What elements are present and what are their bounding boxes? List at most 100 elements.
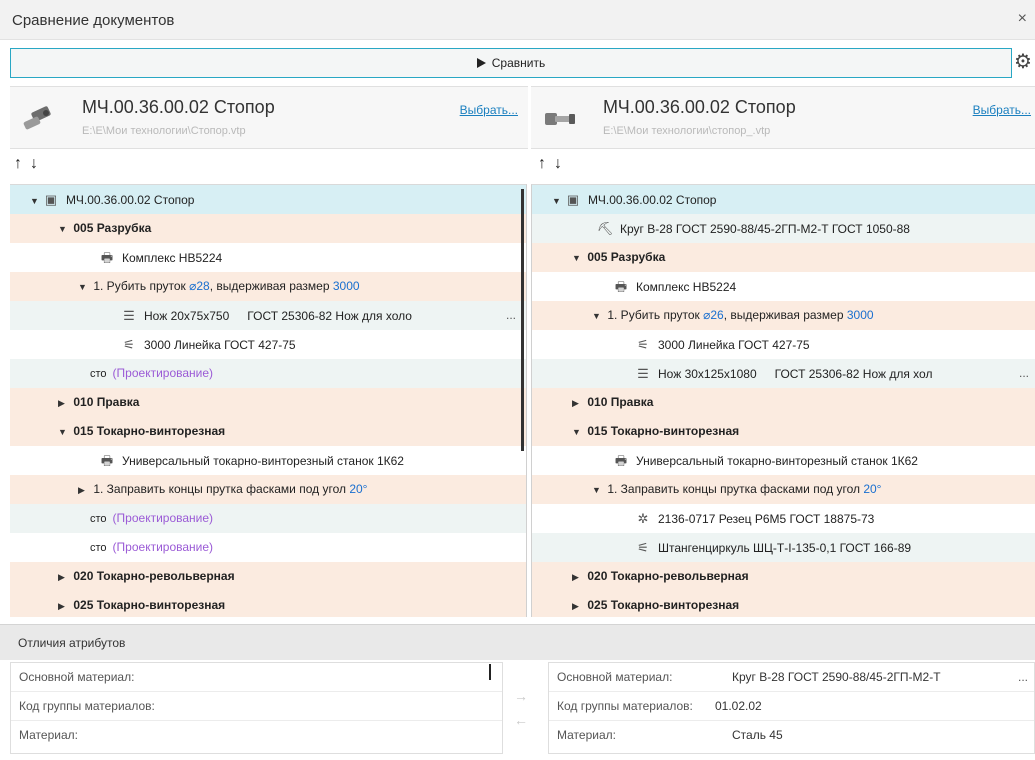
gear-icon[interactable]: ⚙: [1014, 50, 1032, 74]
tree-row[interactable]: ▼ 005 Разрубка: [10, 214, 526, 243]
tree-row[interactable]: 🖶 Комплекс НВ5224: [532, 272, 1035, 301]
left-select-link[interactable]: Выбрать...: [460, 103, 518, 117]
tree-row[interactable]: сто (Проектирование): [10, 504, 526, 533]
tree-row[interactable]: ▶ 025 Токарно-винторезная: [10, 591, 526, 617]
tree-row[interactable]: ☰ Нож 30х125х1080 ГОСТ 25306-82 Нож для хо…: [532, 359, 1035, 388]
tree-row[interactable]: ⚟ 3000 Линейка ГОСТ 427-75: [10, 330, 526, 359]
tree-row-label: Штангенциркуль ШЦ-Т-I-135-0,1 ГОСТ 166-8…: [658, 541, 912, 555]
tree-row[interactable]: ▼ 005 Разрубка: [532, 243, 1035, 272]
attribute-label: Код группы материалов:: [557, 699, 693, 713]
right-tree-panel[interactable]: ▼ ▣ МЧ.00.36.00.02 Стопор ⛏ Круг В-28 ГОСТ …: [531, 184, 1035, 617]
chevron-right-icon[interactable]: ▶: [58, 389, 70, 418]
more-button[interactable]: ...: [506, 301, 516, 330]
tree-row[interactable]: ▼ ▣ МЧ.00.36.00.02 Стопор: [10, 185, 526, 214]
right-document-path: E:\E\Мои технологии\стопор_.vtp: [603, 125, 771, 137]
step-text: 1. Рубить пруток: [93, 279, 190, 293]
tree-row[interactable]: ▼ 015 Токарно-винторезная: [10, 417, 526, 446]
close-icon[interactable]: ×: [1018, 10, 1027, 28]
tree-row-label: 3000 Линейка ГОСТ 427-75: [658, 338, 810, 352]
chevron-right-icon[interactable]: ▶: [78, 476, 90, 505]
tree-row[interactable]: ▼ 1. Заправить концы прутка фасками под …: [532, 475, 1035, 504]
arrow-right-icon[interactable]: →: [514, 688, 528, 704]
chevron-down-icon[interactable]: ▼: [58, 418, 70, 447]
right-select-link[interactable]: Выбрать...: [973, 103, 1031, 117]
compare-button[interactable]: Сравнить: [10, 48, 1012, 78]
chevron-down-icon[interactable]: ▼: [552, 187, 564, 216]
arrow-up-icon[interactable]: ↑: [14, 155, 30, 173]
tool-gost: ГОСТ 25306-82 Нож для хол: [774, 367, 933, 381]
tool-name: Нож 20х75х750: [144, 309, 230, 323]
chevron-right-icon[interactable]: ▶: [58, 563, 70, 592]
chevron-down-icon[interactable]: ▼: [572, 244, 584, 273]
left-tree-panel[interactable]: ▼ ▣ МЧ.00.36.00.02 Стопор ▼ 005 Разрубка 🖶…: [10, 184, 527, 617]
tree-row-label: Комплекс НВ5224: [636, 280, 737, 294]
tree-row[interactable]: сто (Проектирование): [10, 359, 526, 388]
tool-gost: ГОСТ 25306-82 Нож для холо: [247, 309, 412, 323]
attribute-label: Материал:: [19, 728, 78, 742]
tree-row[interactable]: 🖶 Комплекс НВ5224: [10, 243, 526, 272]
tree-row[interactable]: ▼ 1. Рубить пруток ⌀28, выдерживая разме…: [10, 272, 526, 301]
arrow-down-icon[interactable]: ↓: [30, 155, 46, 173]
chevron-down-icon[interactable]: ▼: [78, 273, 90, 302]
more-button[interactable]: ...: [1018, 663, 1028, 692]
tree-row[interactable]: ▼ 1. Рубить пруток ⌀26, выдерживая разме…: [532, 301, 1035, 330]
ruler-icon: ⚟: [123, 337, 135, 352]
arrow-down-icon[interactable]: ↓: [554, 155, 570, 173]
tree-row-label: Круг В-28 ГОСТ 2590-88/45-2ГП-М2-Т ГОСТ …: [620, 222, 910, 236]
document-icon: ▣: [44, 192, 58, 207]
part-thumbnail-icon: [545, 113, 575, 125]
tree-row[interactable]: ✲ 2136-0717 Резец Р6М5 ГОСТ 18875-73: [532, 504, 1035, 533]
attribute-row[interactable]: Материал: Сталь 45: [549, 721, 1034, 750]
left-document-name: МЧ.00.36.00.02 Стопор: [82, 97, 275, 117]
tree-row[interactable]: ▼ 015 Токарно-винторезная: [532, 417, 1035, 446]
scrollbar[interactable]: [521, 189, 524, 451]
tree-row[interactable]: ⚟ 3000 Линейка ГОСТ 427-75: [532, 330, 1035, 359]
chevron-down-icon[interactable]: ▼: [592, 302, 604, 331]
tree-row[interactable]: ▼ ▣ МЧ.00.36.00.02 Стопор: [532, 185, 1035, 214]
machine-icon: 🖶: [614, 453, 628, 468]
attribute-row[interactable]: Основной материал: Круг В-28 ГОСТ 2590-8…: [549, 663, 1034, 692]
chevron-down-icon[interactable]: ▼: [58, 215, 70, 244]
tree-row[interactable]: ▶ 020 Токарно-револьверная: [10, 562, 526, 591]
right-document-name: МЧ.00.36.00.02 Стопор: [603, 97, 796, 117]
placeholder-value: (Проектирование): [112, 540, 214, 554]
chevron-right-icon[interactable]: ▶: [572, 592, 584, 617]
tree-row[interactable]: ⚟ Штангенциркуль ШЦ-Т-I-135-0,1 ГОСТ 166-…: [532, 533, 1035, 562]
tree-row-label: Комплекс НВ5224: [122, 251, 223, 265]
operation-label: 005 Разрубка: [587, 250, 666, 264]
tree-row[interactable]: ▶ 1. Заправить концы прутка фасками под …: [10, 475, 526, 504]
cto-label: сто: [90, 513, 107, 525]
chevron-right-icon[interactable]: ▶: [58, 592, 70, 617]
chevron-down-icon[interactable]: ▼: [30, 187, 42, 216]
arrow-up-icon[interactable]: ↑: [538, 155, 554, 173]
right-nav-arrows: ↑ ↓: [538, 155, 570, 179]
chevron-down-icon[interactable]: ▼: [572, 418, 584, 447]
tree-row[interactable]: ☰ Нож 20х75х750 ГОСТ 25306-82 Нож для холо…: [10, 301, 526, 330]
tree-row[interactable]: 🖶 Универсальный токарно-винторезный стано…: [532, 446, 1035, 475]
tool-name: Нож 30х125х1080: [658, 367, 757, 381]
tree-row[interactable]: ▶ 025 Токарно-винторезная: [532, 591, 1035, 617]
chevron-down-icon[interactable]: ▼: [592, 476, 604, 505]
tree-row[interactable]: ▶ 020 Токарно-револьверная: [532, 562, 1035, 591]
tree-row[interactable]: сто (Проектирование): [10, 533, 526, 562]
chevron-right-icon[interactable]: ▶: [572, 389, 584, 418]
attribute-value: 01.02.02: [715, 699, 762, 713]
step-text: 1. Заправить концы прутка фасками под уг…: [607, 482, 864, 496]
tree-row[interactable]: ▶ 010 Правка: [532, 388, 1035, 417]
attribute-row[interactable]: Материал:: [11, 721, 502, 750]
right-attributes-panel: Основной материал: Круг В-28 ГОСТ 2590-8…: [548, 662, 1035, 754]
tree-row[interactable]: ⛏ Круг В-28 ГОСТ 2590-88/45-2ГП-М2-Т ГОСТ…: [532, 214, 1035, 243]
placeholder-value: (Проектирование): [112, 511, 214, 525]
caliper-icon: ⚟: [637, 540, 649, 555]
attribute-row[interactable]: Код группы материалов:: [11, 692, 502, 721]
arrow-left-icon[interactable]: ←: [514, 712, 528, 728]
tree-row[interactable]: ▶ 010 Правка: [10, 388, 526, 417]
more-button[interactable]: ...: [1019, 359, 1029, 388]
knife-icon: ☰: [123, 308, 135, 323]
tree-row[interactable]: 🖶 Универсальный токарно-винторезный стано…: [10, 446, 526, 475]
dimension-value: ⌀26: [703, 308, 724, 322]
attribute-row[interactable]: Код группы материалов: 01.02.02: [549, 692, 1034, 721]
attribute-row[interactable]: Основной материал:: [11, 663, 502, 692]
chevron-right-icon[interactable]: ▶: [572, 563, 584, 592]
cto-label: сто: [90, 368, 107, 380]
